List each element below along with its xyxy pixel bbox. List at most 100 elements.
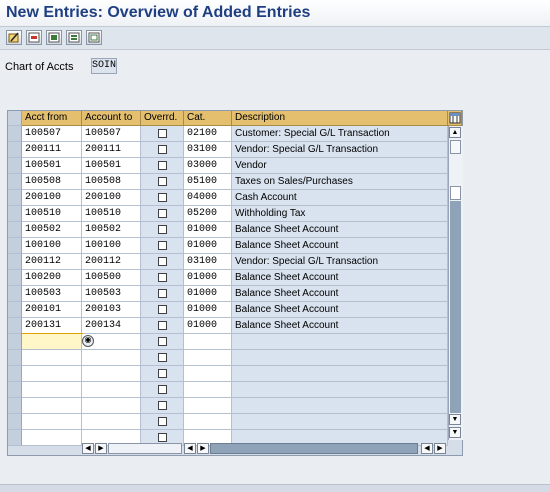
column-settings-button[interactable]	[448, 111, 462, 126]
account-to-cell[interactable]	[82, 414, 141, 430]
acct-from-cell[interactable]	[22, 414, 82, 430]
description-cell[interactable]	[232, 334, 448, 350]
account-to-cell[interactable]: ◉	[82, 334, 141, 350]
acct-from-cell[interactable]: 100510	[22, 206, 82, 222]
account-to-cell[interactable]: 200134	[82, 318, 141, 334]
row-selector[interactable]	[8, 318, 22, 334]
account-to-cell[interactable]: 100500	[82, 270, 141, 286]
override-checkbox[interactable]	[158, 273, 167, 282]
deselect-all-button[interactable]	[86, 30, 102, 45]
account-to-cell[interactable]: 200111	[82, 142, 141, 158]
overrd-cell[interactable]	[141, 174, 184, 190]
horizontal-scroll-thumb[interactable]	[210, 443, 418, 454]
scroll-up-button[interactable]: ▲	[449, 127, 461, 138]
acct-from-cell[interactable]: 100100	[22, 238, 82, 254]
overrd-cell[interactable]	[141, 398, 184, 414]
override-checkbox[interactable]	[158, 433, 167, 442]
row-selector[interactable]	[8, 398, 22, 414]
select-block-button[interactable]	[66, 30, 82, 45]
row-selector[interactable]	[8, 302, 22, 318]
scroll-track[interactable]	[450, 201, 461, 413]
acct-from-cell[interactable]	[22, 366, 82, 382]
overrd-cell[interactable]	[141, 318, 184, 334]
acct-from-cell[interactable]: 100502	[22, 222, 82, 238]
description-cell[interactable]	[232, 382, 448, 398]
acct-from-cell[interactable]: 200112	[22, 254, 82, 270]
scroll-step-button[interactable]	[450, 140, 461, 154]
override-checkbox[interactable]	[158, 241, 167, 250]
row-selector[interactable]	[8, 366, 22, 382]
row-selector[interactable]	[8, 334, 22, 350]
override-checkbox[interactable]	[158, 257, 167, 266]
overrd-cell[interactable]	[141, 366, 184, 382]
acct-from-cell[interactable]: 200111	[22, 142, 82, 158]
override-checkbox[interactable]	[158, 289, 167, 298]
acct-from-cell[interactable]: 100200	[22, 270, 82, 286]
scroll-right-button-2[interactable]: ▶	[197, 443, 209, 454]
override-checkbox[interactable]	[158, 145, 167, 154]
cat-cell[interactable]: 01000	[184, 318, 232, 334]
cat-cell[interactable]: 03000	[184, 158, 232, 174]
account-to-cell[interactable]: 200112	[82, 254, 141, 270]
scroll-down-button[interactable]: ▼	[449, 427, 461, 438]
cat-cell[interactable]	[184, 414, 232, 430]
row-selector[interactable]	[8, 190, 22, 206]
description-cell[interactable]: Withholding Tax	[232, 206, 448, 222]
account-to-cell[interactable]: 100510	[82, 206, 141, 222]
override-checkbox[interactable]	[158, 209, 167, 218]
overrd-cell[interactable]	[141, 238, 184, 254]
override-checkbox[interactable]	[158, 337, 167, 346]
account-to-cell[interactable]: 200103	[82, 302, 141, 318]
acct-from-cell[interactable]: 200101	[22, 302, 82, 318]
cat-cell[interactable]: 01000	[184, 270, 232, 286]
cat-cell[interactable]: 01000	[184, 286, 232, 302]
override-checkbox[interactable]	[158, 305, 167, 314]
account-to-cell[interactable]: 100100	[82, 238, 141, 254]
acct-from-cell[interactable]: 100503	[22, 286, 82, 302]
horizontal-scrollbar-left[interactable]: ◀ ▶	[82, 442, 184, 455]
override-checkbox[interactable]	[158, 385, 167, 394]
account-to-cell[interactable]: 100508	[82, 174, 141, 190]
overrd-cell[interactable]	[141, 158, 184, 174]
row-selector[interactable]	[8, 222, 22, 238]
row-selector[interactable]	[8, 382, 22, 398]
row-selector[interactable]	[8, 350, 22, 366]
row-selector[interactable]	[8, 174, 22, 190]
cat-cell[interactable]	[184, 350, 232, 366]
description-cell[interactable]: Cash Account	[232, 190, 448, 206]
overrd-cell[interactable]	[141, 334, 184, 350]
delete-button[interactable]	[26, 30, 42, 45]
account-to-cell[interactable]: 100503	[82, 286, 141, 302]
vertical-scroll-thumb[interactable]	[450, 186, 461, 200]
override-checkbox[interactable]	[158, 225, 167, 234]
scroll-right-button[interactable]: ▶	[95, 443, 107, 454]
select-all-button[interactable]	[46, 30, 62, 45]
cat-cell[interactable]: 01000	[184, 302, 232, 318]
column-header-overrd[interactable]: Overrd.	[141, 111, 184, 126]
account-to-cell[interactable]: 200100	[82, 190, 141, 206]
overrd-cell[interactable]	[141, 382, 184, 398]
description-cell[interactable]: Vendor: Special G/L Transaction	[232, 254, 448, 270]
cat-cell[interactable]	[184, 366, 232, 382]
override-checkbox[interactable]	[158, 401, 167, 410]
row-selector[interactable]	[8, 270, 22, 286]
override-checkbox[interactable]	[158, 161, 167, 170]
description-cell[interactable]	[232, 366, 448, 382]
description-cell[interactable]: Customer: Special G/L Transaction	[232, 126, 448, 142]
cat-cell[interactable]: 04000	[184, 190, 232, 206]
acct-from-cell[interactable]: 100508	[22, 174, 82, 190]
cat-cell[interactable]	[184, 334, 232, 350]
description-cell[interactable]: Vendor	[232, 158, 448, 174]
scroll-left-button[interactable]: ◀	[82, 443, 94, 454]
description-cell[interactable]: Vendor: Special G/L Transaction	[232, 142, 448, 158]
cat-cell[interactable]: 03100	[184, 254, 232, 270]
column-header-acct-from[interactable]: Acct from	[22, 111, 82, 126]
acct-from-cell[interactable]	[22, 382, 82, 398]
account-to-cell[interactable]: 100502	[82, 222, 141, 238]
cat-cell[interactable]: 05100	[184, 174, 232, 190]
new-entry-input[interactable]	[21, 333, 83, 351]
description-cell[interactable]: Balance Sheet Account	[232, 302, 448, 318]
acct-from-cell[interactable]: 100501	[22, 158, 82, 174]
overrd-cell[interactable]	[141, 286, 184, 302]
overrd-cell[interactable]	[141, 222, 184, 238]
